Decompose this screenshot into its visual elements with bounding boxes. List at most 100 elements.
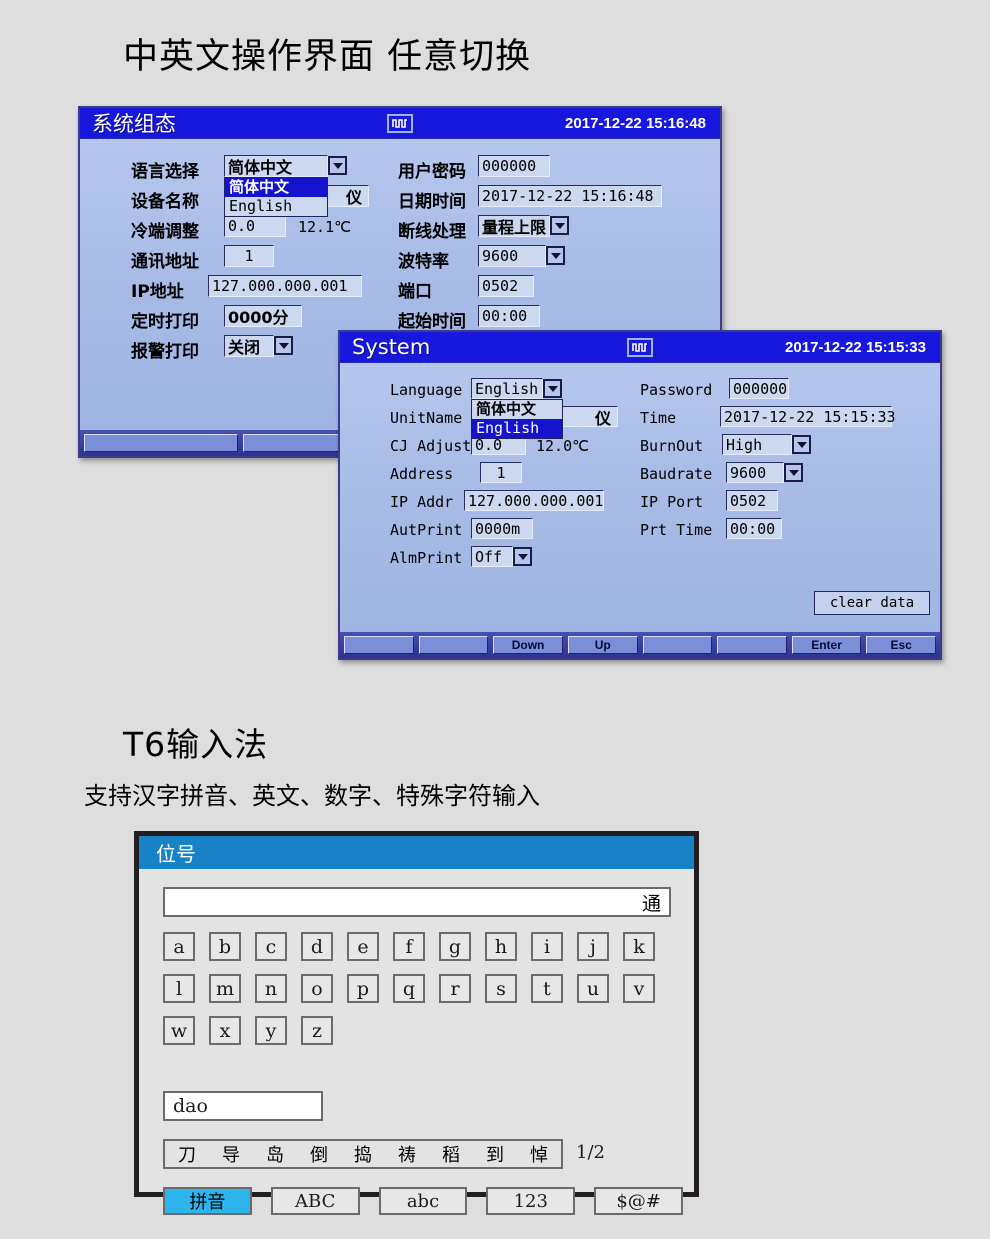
- t6-mode-symbols[interactable]: $@#: [594, 1187, 683, 1215]
- t6-key-q[interactable]: q: [393, 974, 425, 1003]
- en-toolbar-button-esc[interactable]: Esc: [866, 636, 936, 654]
- t6-text-display[interactable]: 通: [163, 887, 671, 917]
- t6-key-f[interactable]: f: [393, 932, 425, 961]
- en-toolbar-button-1[interactable]: [418, 636, 489, 654]
- t6-key-z[interactable]: z: [301, 1016, 333, 1045]
- cn-field-ip-addr[interactable]: 127.000.000.001: [208, 275, 362, 297]
- cn-label-address: 通讯地址: [131, 252, 199, 272]
- cn-dropdown-option-1[interactable]: English: [225, 197, 327, 216]
- t6-mode-pinyin[interactable]: 拼音: [163, 1187, 252, 1215]
- en-toolbar-button-5[interactable]: [717, 636, 787, 654]
- t6-candidate-3[interactable]: 倒: [310, 1141, 328, 1167]
- t6-key-d[interactable]: d: [301, 932, 333, 961]
- t6-candidate-6[interactable]: 稻: [442, 1141, 460, 1167]
- en-baudrate-chevron-down-icon[interactable]: [784, 463, 803, 482]
- en-field-time[interactable]: 2017-12-22 15:15:33: [720, 406, 896, 427]
- en-language-chevron-down-icon[interactable]: [543, 379, 562, 398]
- cn-language-chevron-down-icon[interactable]: [328, 156, 347, 175]
- en-toolbar-button-up[interactable]: Up: [567, 636, 638, 654]
- en-toolbar-button-4[interactable]: [642, 636, 713, 654]
- t6-mode-numbers[interactable]: 123: [486, 1187, 576, 1215]
- cn-dropdown-option-0[interactable]: 简体中文: [225, 178, 327, 197]
- en-label-unitname: UnitName: [390, 409, 463, 427]
- t6-pinyin-input[interactable]: dao: [163, 1091, 323, 1121]
- t6-key-i[interactable]: i: [531, 932, 563, 961]
- t6-key-h[interactable]: h: [485, 932, 517, 961]
- en-field-prt-time[interactable]: 00:00: [726, 518, 782, 539]
- cn-field-cj-adjust[interactable]: 0.0: [224, 215, 286, 237]
- cn-language-dropdown-list[interactable]: 简体中文 English: [224, 177, 328, 217]
- en-field-ip-addr[interactable]: 127.000.000.001: [464, 490, 604, 511]
- cn-label-datetime: 日期时间: [398, 192, 466, 212]
- en-field-aut-print[interactable]: 0000m: [471, 518, 533, 539]
- t6-candidate-2[interactable]: 岛: [266, 1141, 284, 1167]
- t6-key-b[interactable]: b: [209, 932, 241, 961]
- cn-field-language[interactable]: 简体中文: [224, 155, 328, 177]
- en-field-password[interactable]: 000000: [729, 378, 789, 399]
- en-field-baudrate[interactable]: 9600: [726, 462, 784, 483]
- t6-mode-abc-lower[interactable]: abc: [378, 1187, 468, 1215]
- cn-field-burnout[interactable]: 量程上限: [478, 215, 550, 237]
- cn-burnout-chevron-down-icon[interactable]: [550, 216, 569, 235]
- t6-key-p[interactable]: p: [347, 974, 379, 1003]
- t6-mode-abc-upper[interactable]: ABC: [270, 1187, 360, 1215]
- t6-key-row-1: a b c d e f g h i j k: [163, 932, 683, 961]
- t6-key-a[interactable]: a: [163, 932, 195, 961]
- t6-key-l[interactable]: l: [163, 974, 195, 1003]
- cn-field-baudrate[interactable]: 9600: [478, 245, 546, 267]
- t6-key-c[interactable]: c: [255, 932, 287, 961]
- cn-field-aut-print[interactable]: 0000分: [224, 305, 302, 327]
- en-field-burnout[interactable]: High: [722, 434, 792, 455]
- en-field-ip-port[interactable]: 0502: [726, 490, 778, 511]
- cn-label-baudrate: 波特率: [398, 252, 449, 272]
- clear-data-button[interactable]: clear data: [814, 591, 930, 615]
- cn-field-password[interactable]: 000000: [478, 155, 550, 177]
- en-burnout-chevron-down-icon[interactable]: [792, 435, 811, 454]
- en-dropdown-option-0[interactable]: 简体中文: [472, 400, 562, 419]
- en-field-language[interactable]: English: [471, 378, 543, 399]
- t6-candidate-4[interactable]: 捣: [354, 1141, 372, 1167]
- en-field-alm-print[interactable]: Off: [471, 546, 513, 567]
- en-alm-print-chevron-down-icon[interactable]: [513, 547, 532, 566]
- t6-key-w[interactable]: w: [163, 1016, 195, 1045]
- cn-panel-clock: 2017-12-22 15:16:48: [565, 114, 706, 132]
- cn-field-ip-port[interactable]: 0502: [478, 275, 534, 297]
- t6-candidate-0[interactable]: 刀: [178, 1141, 196, 1167]
- en-language-dropdown-list[interactable]: 简体中文 English: [471, 399, 563, 439]
- en-panel-clock: 2017-12-22 15:15:33: [785, 338, 926, 356]
- english-system-config-panel: System 2017-12-22 15:15:33 Language Engl…: [338, 330, 942, 660]
- en-toolbar-button-down[interactable]: Down: [493, 636, 563, 654]
- t6-key-x[interactable]: x: [209, 1016, 241, 1045]
- t6-key-v[interactable]: v: [623, 974, 655, 1003]
- cn-alm-print-chevron-down-icon[interactable]: [274, 336, 293, 355]
- t6-key-j[interactable]: j: [577, 932, 609, 961]
- cn-field-datetime[interactable]: 2017-12-22 15:16:48: [478, 185, 662, 207]
- cn-label-ip-addr: IP地址: [131, 282, 184, 302]
- t6-key-s[interactable]: s: [485, 974, 517, 1003]
- t6-key-k[interactable]: k: [623, 932, 655, 961]
- t6-candidate-8[interactable]: 悼: [530, 1141, 548, 1167]
- en-field-address[interactable]: 1: [480, 462, 522, 483]
- en-toolbar-button-enter[interactable]: Enter: [791, 636, 862, 654]
- cn-toolbar-button-0[interactable]: [84, 434, 239, 452]
- t6-key-m[interactable]: m: [209, 974, 241, 1003]
- cn-baudrate-chevron-down-icon[interactable]: [546, 246, 565, 265]
- cn-field-address[interactable]: 1: [224, 245, 274, 267]
- cn-label-ip-port: 端口: [398, 282, 432, 302]
- en-dropdown-option-1[interactable]: English: [472, 419, 562, 438]
- t6-key-y[interactable]: y: [255, 1016, 287, 1045]
- t6-key-e[interactable]: e: [347, 932, 379, 961]
- t6-key-t[interactable]: t: [531, 974, 563, 1003]
- t6-key-n[interactable]: n: [255, 974, 287, 1003]
- cn-field-prt-time[interactable]: 00:00: [478, 305, 540, 327]
- en-label-baudrate: Baudrate: [640, 465, 713, 483]
- t6-candidate-5[interactable]: 祷: [398, 1141, 416, 1167]
- t6-key-r[interactable]: r: [439, 974, 471, 1003]
- t6-key-o[interactable]: o: [301, 974, 333, 1003]
- t6-candidate-1[interactable]: 导: [222, 1141, 240, 1167]
- en-toolbar-button-0[interactable]: [344, 636, 414, 654]
- t6-key-u[interactable]: u: [577, 974, 609, 1003]
- t6-key-g[interactable]: g: [439, 932, 471, 961]
- cn-field-alm-print[interactable]: 关闭: [224, 335, 274, 357]
- t6-candidate-7[interactable]: 到: [486, 1141, 504, 1167]
